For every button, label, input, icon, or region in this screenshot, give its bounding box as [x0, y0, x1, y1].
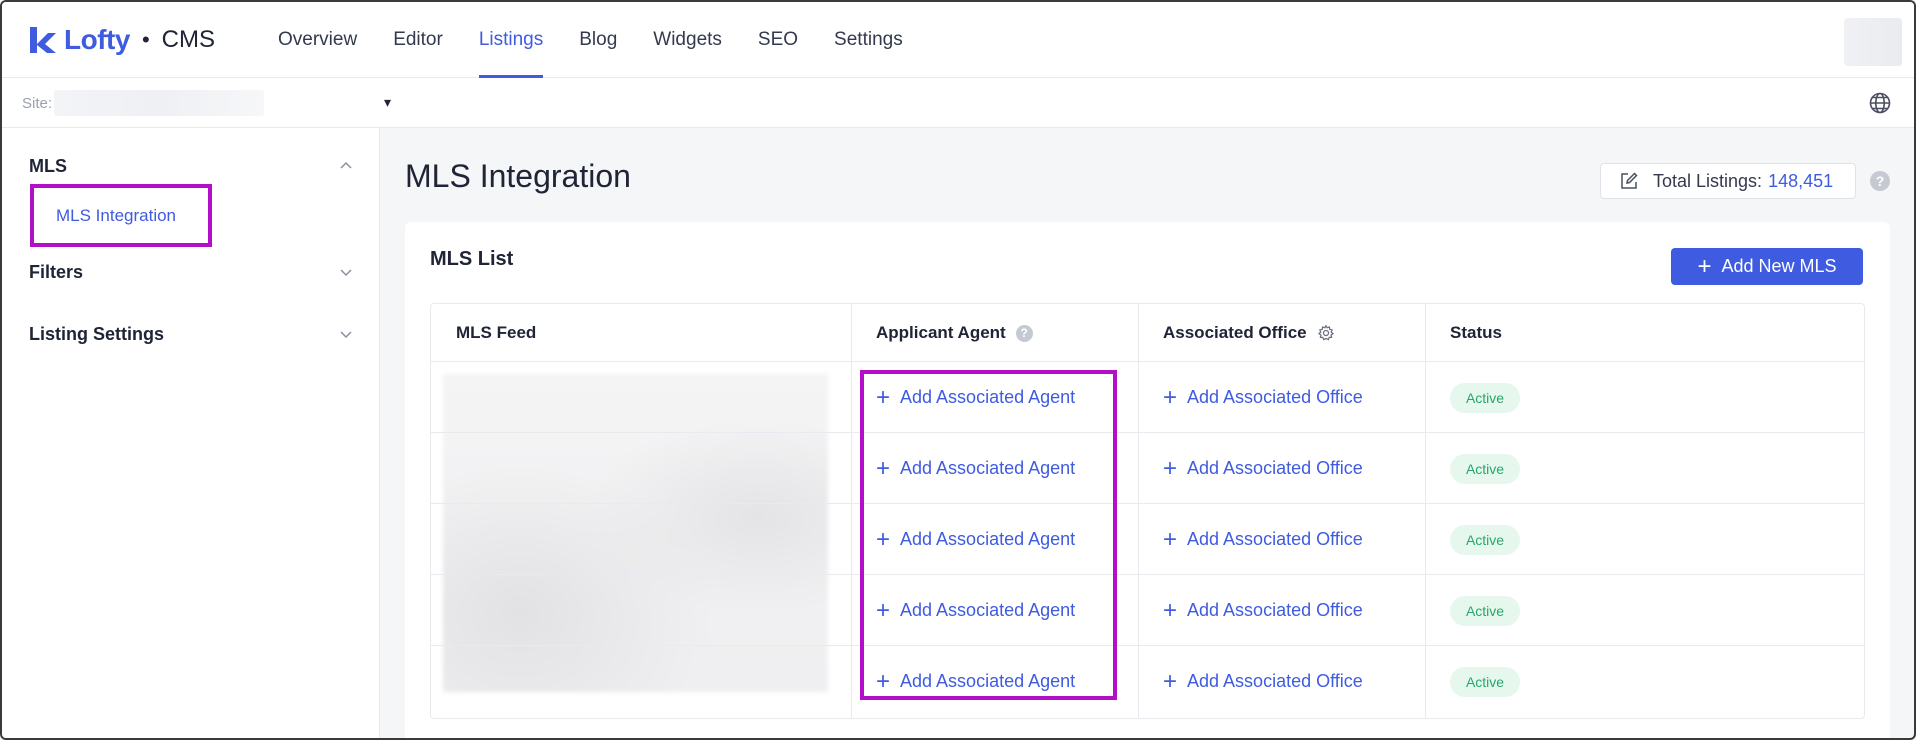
add-associated-office-link[interactable]: + Add Associated Office: [1163, 433, 1363, 504]
plus-icon: +: [876, 383, 891, 411]
add-associated-office-link[interactable]: + Add Associated Office: [1163, 504, 1363, 575]
chevron-down-icon[interactable]: [338, 264, 354, 280]
plus-icon: +: [1163, 667, 1178, 695]
link-label: Add Associated Agent: [900, 387, 1076, 407]
brand-name: Lofty: [64, 24, 130, 55]
chevron-up-icon[interactable]: [338, 158, 354, 174]
link-label: Add Associated Agent: [900, 600, 1076, 620]
nav-listings[interactable]: Listings: [461, 2, 561, 78]
plus-icon: +: [1163, 525, 1178, 553]
link-label: Add Associated Agent: [900, 458, 1076, 478]
nav-blog[interactable]: Blog: [561, 2, 635, 78]
brand-separator: •: [141, 27, 150, 52]
sidebar-group-filters[interactable]: Filters: [29, 262, 83, 283]
card-title: MLS List: [430, 248, 514, 270]
status-badge: Active: [1450, 525, 1520, 555]
link-label: Add Associated Agent: [900, 529, 1076, 549]
add-associated-agent-link[interactable]: + Add Associated Agent: [876, 504, 1075, 575]
mls-table: MLS Feed Applicant Agent ? Associated Of…: [430, 303, 1865, 719]
site-select[interactable]: [54, 90, 264, 116]
plus-icon: +: [1163, 454, 1178, 482]
table-row: + Add Associated Agent + Add Associated …: [431, 504, 1864, 575]
link-label: Add Associated Office: [1187, 387, 1363, 407]
globe-icon[interactable]: [1868, 91, 1892, 115]
plus-icon: +: [1163, 596, 1178, 624]
lofty-logo-icon: [30, 27, 56, 53]
column-header-label: Applicant Agent: [876, 323, 1006, 342]
add-new-mls-button[interactable]: + Add New MLS: [1671, 248, 1863, 285]
sidebar-item-label: MLS Integration: [56, 205, 177, 225]
sidebar-group-mls[interactable]: MLS: [29, 156, 67, 177]
link-label: Add Associated Office: [1187, 529, 1363, 549]
status-badge: Active: [1450, 454, 1520, 484]
column-header-associated-office: Associated Office: [1163, 304, 1335, 362]
table-row: + Add Associated Agent + Add Associated …: [431, 646, 1864, 717]
column-header-label: Associated Office: [1163, 323, 1307, 342]
plus-icon: +: [1697, 252, 1712, 280]
column-header-applicant-agent: Applicant Agent ?: [876, 304, 1033, 362]
link-label: Add Associated Office: [1187, 600, 1363, 620]
table-row: + Add Associated Agent + Add Associated …: [431, 433, 1864, 504]
main-nav: Overview Editor Listings Blog Widgets SE…: [260, 2, 921, 78]
add-new-mls-label: Add New MLS: [1721, 256, 1837, 276]
sidebar-item-mls-integration[interactable]: MLS Integration: [30, 184, 212, 247]
logo[interactable]: Lofty • CMS: [28, 22, 215, 58]
help-icon[interactable]: ?: [1870, 171, 1890, 191]
status-badge: Active: [1450, 596, 1520, 626]
app-window: Lofty • CMS Overview Editor Listings Blo…: [0, 0, 1916, 740]
add-associated-office-link[interactable]: + Add Associated Office: [1163, 362, 1363, 433]
table-row: + Add Associated Agent + Add Associated …: [431, 575, 1864, 646]
link-label: Add Associated Agent: [900, 671, 1076, 691]
site-selector-bar: Site:: [2, 78, 1914, 128]
status-badge: Active: [1450, 383, 1520, 413]
plus-icon: +: [876, 454, 891, 482]
column-header-mls-feed: MLS Feed: [456, 323, 537, 342]
add-associated-office-link[interactable]: + Add Associated Office: [1163, 646, 1363, 717]
nav-settings[interactable]: Settings: [816, 2, 921, 78]
nav-seo[interactable]: SEO: [740, 2, 816, 78]
column-header-status: Status: [1450, 323, 1502, 342]
site-dropdown-caret-icon[interactable]: ▾: [384, 94, 391, 111]
status-badge: Active: [1450, 667, 1520, 697]
chevron-down-icon[interactable]: [338, 326, 354, 342]
total-listings-label: Total Listings:: [1653, 170, 1763, 191]
gear-icon[interactable]: [1317, 324, 1335, 342]
plus-icon: +: [1163, 383, 1178, 411]
table-row: + Add Associated Agent + Add Associated …: [431, 362, 1864, 433]
nav-widgets[interactable]: Widgets: [635, 2, 740, 78]
edit-icon: [1621, 172, 1638, 189]
plus-icon: +: [876, 525, 891, 553]
total-listings-box: Total Listings: 148,451: [1600, 163, 1856, 199]
plus-icon: +: [876, 667, 891, 695]
sidebar: MLS MLS Integration Filters Listing Sett…: [2, 128, 380, 738]
table-header: MLS Feed Applicant Agent ? Associated Of…: [431, 304, 1864, 362]
site-label: Site:: [22, 95, 53, 112]
link-label: Add Associated Office: [1187, 671, 1363, 691]
plus-icon: +: [876, 596, 891, 624]
link-label: Add Associated Office: [1187, 458, 1363, 478]
page-title: MLS Integration: [405, 158, 631, 194]
nav-overview[interactable]: Overview: [260, 2, 375, 78]
nav-editor[interactable]: Editor: [375, 2, 461, 78]
mls-list-card: MLS List + Add New MLS MLS Feed Applican…: [405, 222, 1890, 738]
help-icon[interactable]: ?: [1015, 324, 1033, 342]
add-associated-office-link[interactable]: + Add Associated Office: [1163, 575, 1363, 646]
add-associated-agent-link[interactable]: + Add Associated Agent: [876, 575, 1075, 646]
user-avatar[interactable]: [1844, 18, 1902, 66]
add-associated-agent-link[interactable]: + Add Associated Agent: [876, 646, 1075, 717]
sidebar-group-listing-settings[interactable]: Listing Settings: [29, 324, 164, 345]
add-associated-agent-link[interactable]: + Add Associated Agent: [876, 362, 1075, 433]
product-name: CMS: [161, 26, 215, 53]
top-navigation-bar: Lofty • CMS Overview Editor Listings Blo…: [2, 2, 1914, 78]
add-associated-agent-link[interactable]: + Add Associated Agent: [876, 433, 1075, 504]
total-listings-value: 148,451: [1768, 170, 1834, 191]
